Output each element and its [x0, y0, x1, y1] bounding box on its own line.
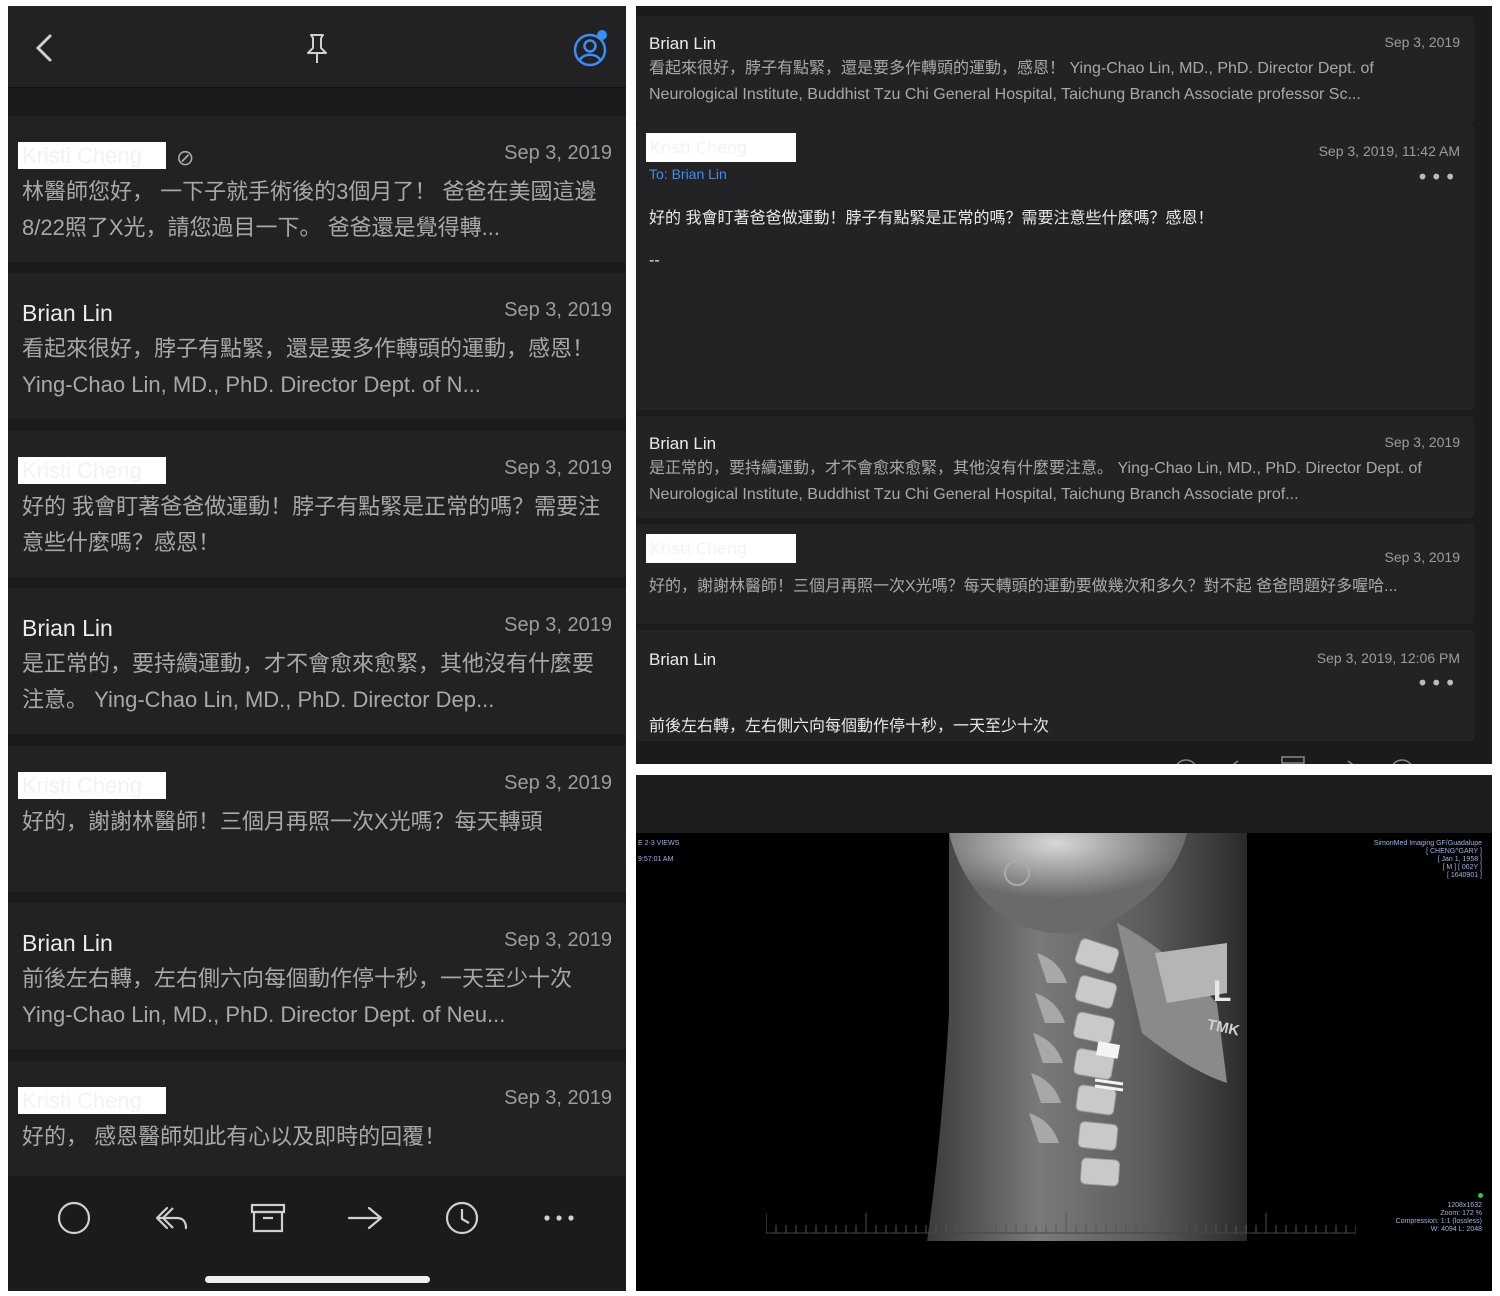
message-date: Sep 3, 2019 [504, 457, 612, 479]
message-list-item[interactable]: Brian Lin Sep 3, 2019 是正常的，要持續運動，才不會愈來愈緊… [8, 588, 626, 734]
image-info-bottom: 1208x1632 Zoom: 172 % Compression: 1:1 (… [1396, 1202, 1482, 1234]
redacted-sender-name: Kristi Cheng [18, 1087, 166, 1114]
message-preview: 看起來很好，脖子有點緊，還是要多作轉頭的運動，感恩！ Ying-Chao Lin… [22, 336, 595, 397]
message-date: Sep 3, 2019 [504, 1087, 612, 1109]
message-preview: 林醫師您好， 一下子就手術後的3個月了！ 爸爸在美國這邊8/22照了X光，請您過… [22, 179, 597, 240]
thread-toolbar-peek [636, 741, 1492, 764]
message-body: 好的 我會盯著爸爸做運動！脖子有點緊是正常的嗎？需要注意些什麼嗎？感恩！ [649, 210, 1214, 227]
message-list-item[interactable]: Kristi Cheng ⊘ Sep 3, 2019 林醫師您好， 一下子就手術… [8, 116, 626, 262]
forward-icon[interactable] [343, 1196, 387, 1240]
patient-info-right: SimonMed Imaging GF/Guadalupe [ CHENG^GA… [1374, 840, 1482, 880]
message-preview: 好的，謝謝林醫師！三個月再照一次X光嗎？每天轉頭的運動要做幾次和多久？對不起 爸… [649, 578, 1398, 595]
patient-name: [ CHENG^GARY ] [1426, 848, 1482, 855]
message-date: Sep 3, 2019 [1384, 34, 1460, 50]
message-preview: 好的 我會盯著爸爸做運動！脖子有點緊是正常的嗎？需要注意些什麼嗎？感恩！ [22, 494, 601, 555]
bottom-toolbar [8, 1176, 626, 1291]
redacted-sender-name: Kristi Cheng [646, 534, 796, 563]
xray-side-marker: L [1213, 975, 1231, 1008]
message-date: Sep 3, 2019 [1384, 434, 1460, 450]
message-body: 前後左右轉，左右側六向每個動作停十秒，一天至少十次 [649, 718, 1050, 735]
more-icon[interactable] [537, 1196, 581, 1240]
message-date: Sep 3, 2019 [504, 772, 612, 794]
message-date: Sep 3, 2019 [504, 929, 612, 951]
pin-icon[interactable] [297, 28, 337, 68]
study-info-left: E 2-3 VIEWS 9:57:01 AM [638, 840, 679, 864]
thread-view-panel: Brian Lin Sep 3, 2019 看起來很好，脖子有點緊，還是要多作轉… [636, 6, 1492, 764]
message-list-item[interactable]: Kristi Cheng Sep 3, 2019 好的，謝謝林醫師！三個月再照一… [8, 746, 626, 892]
message-date: Sep 3, 2019 [504, 142, 612, 164]
message-date: Sep 3, 2019 [504, 614, 612, 636]
window-level: W: 4094 L: 2048 [1430, 1226, 1482, 1233]
thread-message-collapsed[interactable]: Brian Lin Sep 3, 2019 是正常的，要持續運動，才不會愈來愈緊… [636, 416, 1474, 518]
message-preview: 是正常的，要持續運動，才不會愈來愈緊，其他沒有什麼要注意。 Ying-Chao … [22, 651, 595, 712]
patient-dob: [ Jan 1, 1958 ] [1437, 856, 1482, 863]
account-icon[interactable] [570, 28, 610, 68]
sender-name: Brian Lin [649, 650, 717, 669]
cervical-spine-xray-image[interactable]: L TMK [927, 833, 1247, 1241]
message-signature: -- [649, 252, 660, 269]
xray-viewer-panel: E 2-3 VIEWS 9:57:01 AM SimonMed Imaging … [636, 775, 1492, 1291]
top-navigation-bar [8, 6, 626, 88]
message-preview: 好的， 感恩醫師如此有心以及即時的回覆！ [22, 1124, 447, 1149]
zoom-level: Zoom: 172 % [1440, 1210, 1482, 1217]
message-preview: 前後左右轉，左右側六向每個動作停十秒，一天至少十次 Ying-Chao Lin,… [22, 966, 573, 1027]
study-description: E 2-3 VIEWS [638, 840, 680, 847]
sender-name: Brian Lin [22, 300, 113, 326]
sender-name: Brian Lin [649, 34, 717, 53]
message-list-item[interactable]: Kristi Cheng Sep 3, 2019 好的 我會盯著爸爸做運動！脖子… [8, 431, 626, 577]
xray-scale-ruler [766, 1213, 1356, 1234]
thread-message-collapsed[interactable]: Brian Lin Sep 3, 2019 看起來很好，脖子有點緊，還是要多作轉… [636, 16, 1474, 124]
redacted-sender-name: Kristi Cheng [18, 772, 166, 799]
patient-sex-age: [ M ] [ 062Y ] [1442, 864, 1482, 871]
thread-message-collapsed[interactable]: Kristi Cheng Sep 3, 2019 好的，謝謝林醫師！三個月再照一… [636, 524, 1474, 624]
message-list-item[interactable]: Brian Lin Sep 3, 2019 看起來很好，脖子有點緊，還是要多作轉… [8, 273, 626, 419]
message-preview: 看起來很好，脖子有點緊，還是要多作轉頭的運動，感恩！ Ying-Chao Lin… [649, 60, 1374, 103]
message-preview: 好的，謝謝林醫師！三個月再照一次X光嗎？每天轉頭 [22, 809, 543, 834]
message-date: Sep 3, 2019, 12:06 PM [1316, 650, 1460, 666]
archive-icon[interactable] [246, 1196, 290, 1240]
message-date: Sep 3, 2019 [504, 299, 612, 321]
back-icon[interactable] [26, 28, 66, 68]
message-date: Sep 3, 2019, 11:42 AM [1318, 143, 1460, 159]
image-dimensions: 1208x1632 [1447, 1202, 1482, 1209]
message-list-item[interactable]: Brian Lin Sep 3, 2019 前後左右轉，左右側六向每個動作停十秒… [8, 903, 626, 1049]
compression-info: Compression: 1:1 (lossless) [1395, 1218, 1482, 1225]
message-more-button[interactable]: ••• [1417, 167, 1458, 187]
sender-name: Brian Lin [649, 434, 717, 453]
toolbar-icons-partial [1176, 756, 1412, 764]
message-preview: 是正常的，要持續運動，才不會愈來愈緊，其他沒有什麼要注意。 Ying-Chao … [649, 460, 1422, 503]
study-time: 9:57:01 AM [638, 856, 674, 863]
home-indicator[interactable] [205, 1276, 430, 1283]
redacted-sender-name: Kristi Cheng [18, 457, 166, 484]
imaging-center: SimonMed Imaging GF/Guadalupe [1373, 840, 1482, 847]
reply-icon[interactable] [149, 1196, 193, 1240]
thread-message-expanded[interactable]: Brian Lin Sep 3, 2019, 12:06 PM ••• 前後左右… [636, 630, 1474, 750]
viewer-header-strip [636, 775, 1492, 833]
redacted-sender-name: Kristi Cheng [646, 133, 796, 162]
redacted-sender-name: Kristi Cheng [18, 142, 166, 169]
mark-circle-icon[interactable] [52, 1196, 96, 1240]
message-more-button[interactable]: ••• [1417, 673, 1458, 693]
mail-list-panel: Kristi Cheng ⊘ Sep 3, 2019 林醫師您好， 一下子就手術… [8, 6, 626, 1291]
message-date: Sep 3, 2019 [1384, 549, 1460, 565]
patient-id: [ 1640901 ] [1446, 872, 1482, 879]
thread-message-expanded[interactable]: Kristi Cheng Sep 3, 2019, 11:42 AM To: B… [636, 124, 1474, 410]
status-indicator [1478, 1193, 1483, 1198]
sender-name: Brian Lin [22, 930, 113, 956]
attachment-icon: ⊘ [176, 146, 195, 171]
sender-name: Brian Lin [22, 615, 113, 641]
recipient-line[interactable]: To: Brian Lin [649, 166, 727, 182]
snooze-clock-icon[interactable] [440, 1196, 484, 1240]
